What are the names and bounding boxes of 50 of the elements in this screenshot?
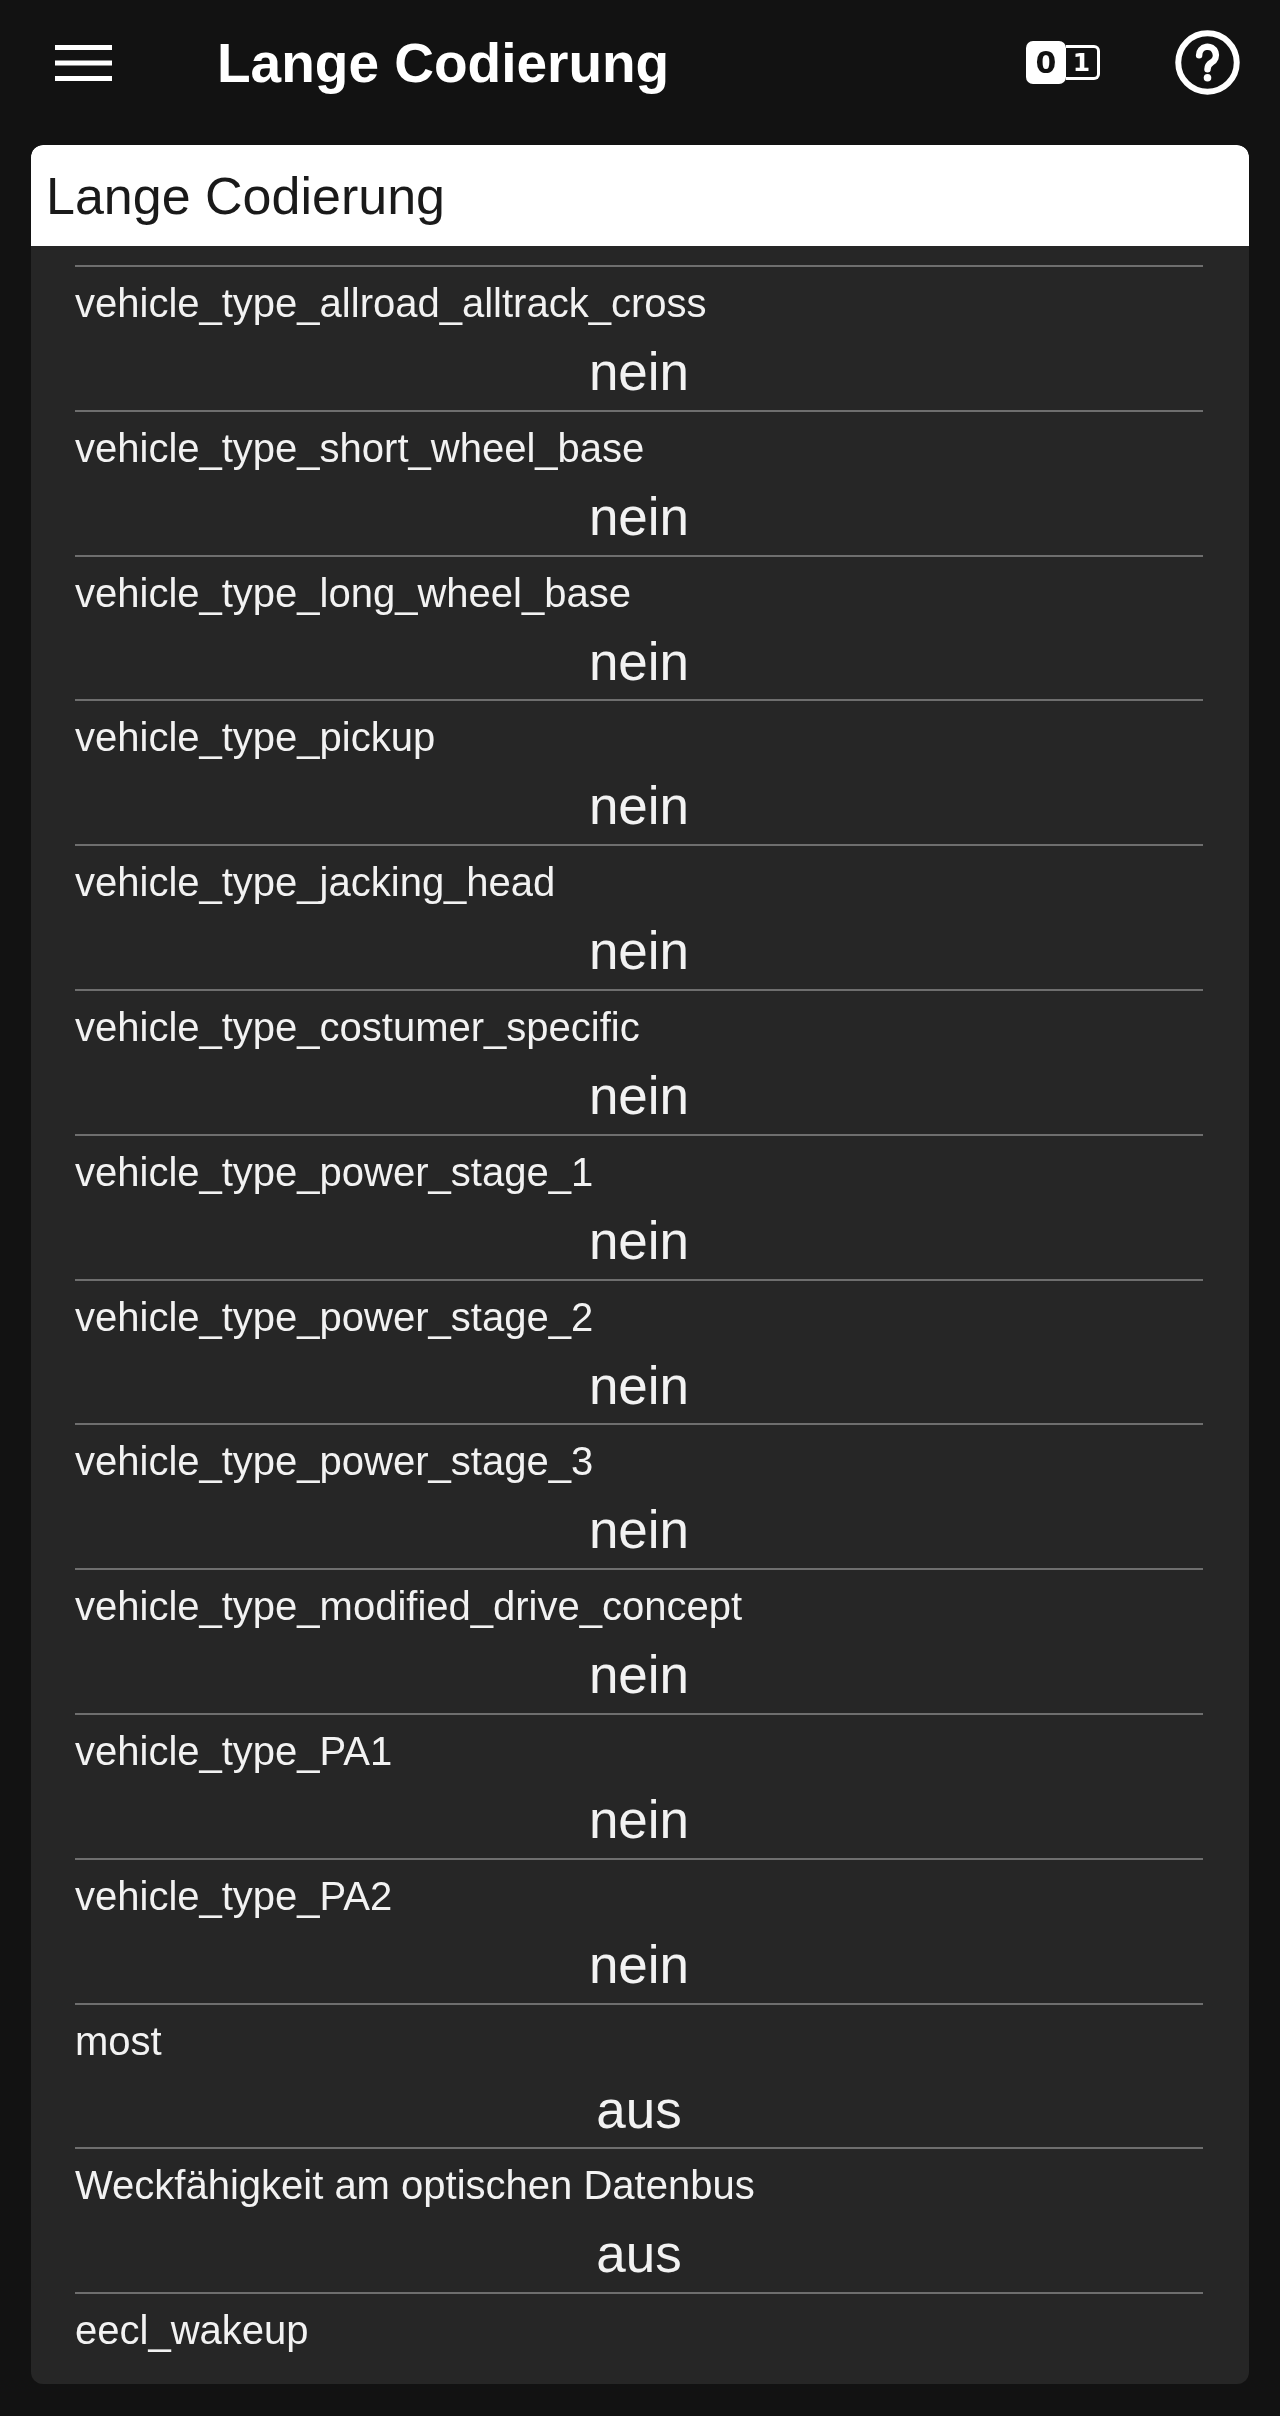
parameter-name: vehicle_type_power_stage_2 bbox=[75, 1293, 594, 1340]
setting-value: nein bbox=[588, 1210, 690, 1271]
parameter-name: vehicle_type_long_wheel_base bbox=[75, 569, 631, 616]
app-title: Lange Codierung bbox=[217, 30, 671, 95]
parameter-name: vehicle_type_power_stage_3 bbox=[75, 1438, 594, 1485]
setting-row[interactable]: vehicle_type_costumer_specific nein bbox=[75, 989, 1203, 1134]
setting-row[interactable]: most aus bbox=[75, 2002, 1203, 2148]
setting-value: nein bbox=[588, 342, 690, 402]
setting-row[interactable]: vehicle_type_short_wheel_base nein bbox=[75, 409, 1203, 555]
setting-row[interactable]: vehicle_type_power_stage_2 nein bbox=[75, 1278, 1203, 1424]
parameter-name: most bbox=[75, 2017, 162, 2064]
setting-value: aus bbox=[596, 2224, 682, 2285]
setting-value: nein bbox=[588, 1066, 690, 1126]
setting-row[interactable]: vehicle_type_PA2 nein bbox=[75, 1857, 1203, 2003]
menu-icon bbox=[55, 44, 112, 81]
parameter-name: Weckfähigkeit am optischen Datenbus bbox=[75, 2162, 755, 2209]
setting-value: nein bbox=[588, 1934, 690, 1995]
panel-title: Lange Codierung bbox=[46, 165, 445, 227]
setting-value: aus bbox=[596, 2079, 682, 2140]
setting-row[interactable]: vehicle_type_long_wheel_base nein bbox=[75, 554, 1203, 700]
setting-row[interactable]: vehicle_type_PA1 nein bbox=[75, 1712, 1203, 1858]
parameter-name: vehicle_type_PA2 bbox=[75, 1872, 393, 1919]
setting-value: nein bbox=[588, 1355, 690, 1416]
setting-value: nein bbox=[588, 631, 690, 692]
parameter-name: vehicle_type_modified_drive_concept bbox=[75, 1583, 743, 1630]
setting-row[interactable]: eecl_wakeup bbox=[75, 2292, 1203, 2354]
setting-row[interactable]: Weckfähigkeit am optischen Datenbus aus bbox=[75, 2147, 1203, 2293]
setting-value: nein bbox=[588, 1500, 690, 1561]
parameter-name: vehicle_type_costumer_specific bbox=[75, 1004, 640, 1050]
setting-row[interactable]: vehicle_type_pickup nein bbox=[75, 699, 1203, 845]
setting-row[interactable]: vehicle_type_power_stage_1 nein bbox=[75, 1133, 1203, 1279]
setting-value: nein bbox=[588, 921, 690, 982]
parameter-name: vehicle_type_jacking_head bbox=[75, 859, 556, 906]
parameter-name: vehicle_type_allroad_alltrack_cross bbox=[75, 280, 707, 326]
help-button[interactable] bbox=[1175, 30, 1240, 95]
setting-row[interactable]: vehicle_type_power_stage_3 nein bbox=[75, 1423, 1203, 1569]
parameter-name: vehicle_type_PA1 bbox=[75, 1727, 393, 1774]
parameter-name: vehicle_type_short_wheel_base bbox=[75, 424, 645, 471]
setting-row[interactable]: vehicle_type_allroad_alltrack_cross nein bbox=[75, 265, 1203, 410]
menu-button[interactable] bbox=[55, 44, 112, 81]
parameter-name: vehicle_type_pickup bbox=[75, 714, 436, 761]
parameter-name: vehicle_type_power_stage_1 bbox=[75, 1148, 594, 1195]
setting-value: nein bbox=[588, 486, 690, 547]
setting-value: nein bbox=[588, 1789, 690, 1850]
help-icon bbox=[1175, 30, 1240, 95]
setting-row[interactable]: vehicle_type_modified_drive_concept nein bbox=[75, 1568, 1203, 1713]
setting-row[interactable]: vehicle_type_jacking_head nein bbox=[75, 844, 1203, 989]
parameter-name: eecl_wakeup bbox=[75, 2307, 309, 2354]
setting-value: nein bbox=[588, 776, 690, 837]
setting-value: nein bbox=[588, 1645, 690, 1706]
